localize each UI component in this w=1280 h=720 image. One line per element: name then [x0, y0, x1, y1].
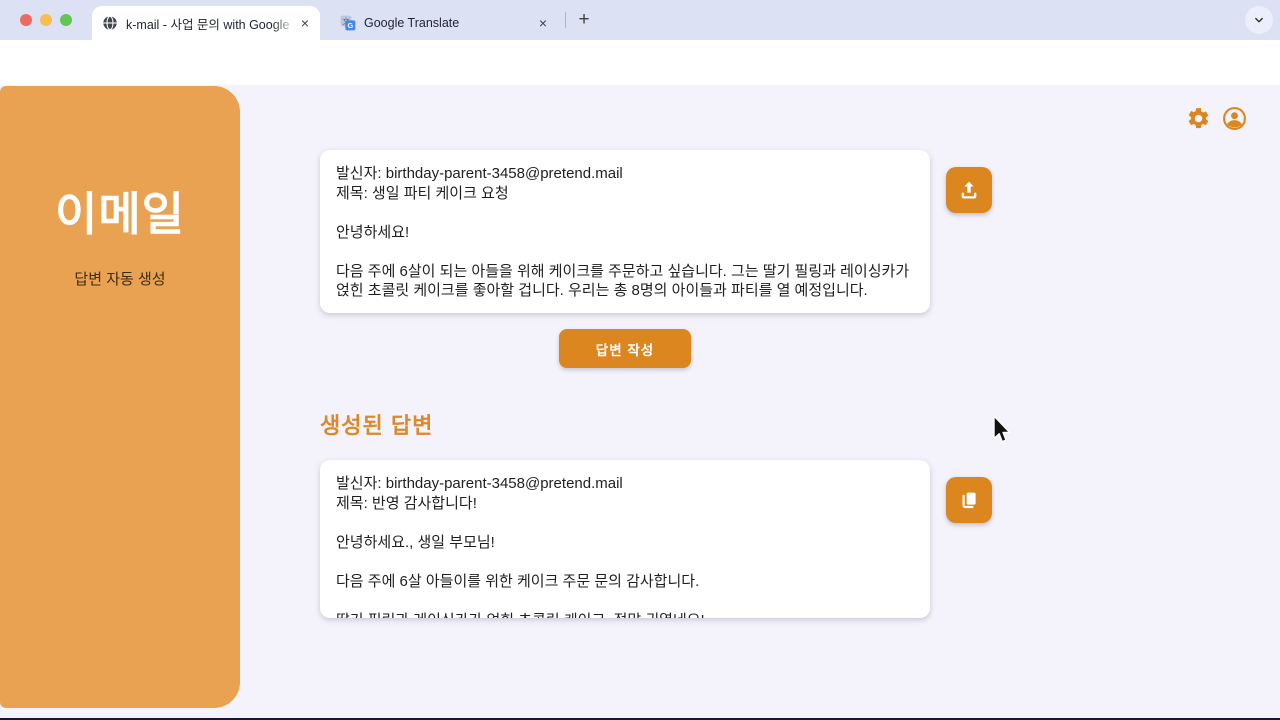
email-card: 발신자: birthday-parent-3458@pretend.mail 제… [320, 150, 930, 313]
sidebar: 이메일 답변 자동 생성 [0, 86, 240, 708]
email-body: 다음 주에 6살이 되는 아들을 위해 케이크를 주문하고 싶습니다. 그는 딸… [336, 262, 914, 301]
tab-title: Google Translate [364, 16, 534, 30]
globe-favicon-icon [102, 15, 118, 31]
copy-reply-button[interactable] [946, 477, 992, 523]
tab-search-button[interactable] [1245, 6, 1273, 34]
macos-traffic-lights [20, 14, 72, 26]
email-subject: 제목: 생일 파티 케이크 요청 [336, 184, 914, 204]
svg-text:G: G [347, 21, 353, 30]
google-translate-favicon-icon: 文 G [340, 15, 356, 31]
person-icon [1222, 106, 1247, 131]
close-tab-icon[interactable]: × [534, 14, 552, 32]
email-greeting: 안녕하세요! [336, 223, 914, 243]
tab-strip: k-mail - 사업 문의 with Google × 文 G Google … [0, 0, 1280, 40]
page-content: 이메일 답변 자동 생성 발신자: birthday-parent-3458@p… [0, 85, 1280, 720]
mouse-cursor [990, 414, 1012, 446]
header-icons [1186, 106, 1247, 131]
tab-title: k-mail - 사업 문의 with Google [126, 14, 296, 33]
app-title: 이메일 [0, 178, 240, 244]
tab-separator [565, 12, 566, 28]
browser-toolbar: 127.0.0.1:5000 ⋮ [0, 40, 1280, 85]
chevron-down-icon [1252, 13, 1266, 27]
close-tab-icon[interactable]: × [296, 14, 314, 32]
reply-clipped-line: 딸기 필링과 레이싱카가 얹힌 초콜릿 케이크, 정말 귀엽네요! [336, 611, 914, 619]
maximize-window-button[interactable] [60, 14, 72, 26]
new-tab-button[interactable]: + [572, 8, 596, 32]
reply-greeting: 안녕하세요., 생일 부모님! [336, 533, 914, 553]
close-window-button[interactable] [20, 14, 32, 26]
upload-email-button[interactable] [946, 167, 992, 213]
reply-sender: 발신자: birthday-parent-3458@pretend.mail [336, 474, 914, 494]
tab-kmail[interactable]: k-mail - 사업 문의 with Google × [92, 6, 320, 40]
gear-icon [1186, 106, 1211, 131]
browser-window: k-mail - 사업 문의 with Google × 文 G Google … [0, 0, 1280, 720]
app-subtitle: 답변 자동 생성 [0, 268, 240, 289]
copy-icon [957, 488, 981, 512]
tab-google-translate[interactable]: 文 G Google Translate × [332, 9, 558, 37]
reply-subject: 제목: 반영 감사합니다! [336, 494, 914, 514]
account-button[interactable] [1222, 106, 1247, 131]
settings-button[interactable] [1186, 106, 1211, 131]
generated-reply-heading: 생성된 답변 [320, 408, 433, 440]
email-sender: 발신자: birthday-parent-3458@pretend.mail [336, 164, 914, 184]
upload-icon [957, 178, 981, 202]
compose-reply-button[interactable]: 답변 작성 [559, 329, 691, 368]
minimize-window-button[interactable] [40, 14, 52, 26]
reply-body: 다음 주에 6살 아들이를 위한 케이크 주문 문의 감사합니다. [336, 572, 914, 592]
reply-card: 발신자: birthday-parent-3458@pretend.mail 제… [320, 460, 930, 618]
